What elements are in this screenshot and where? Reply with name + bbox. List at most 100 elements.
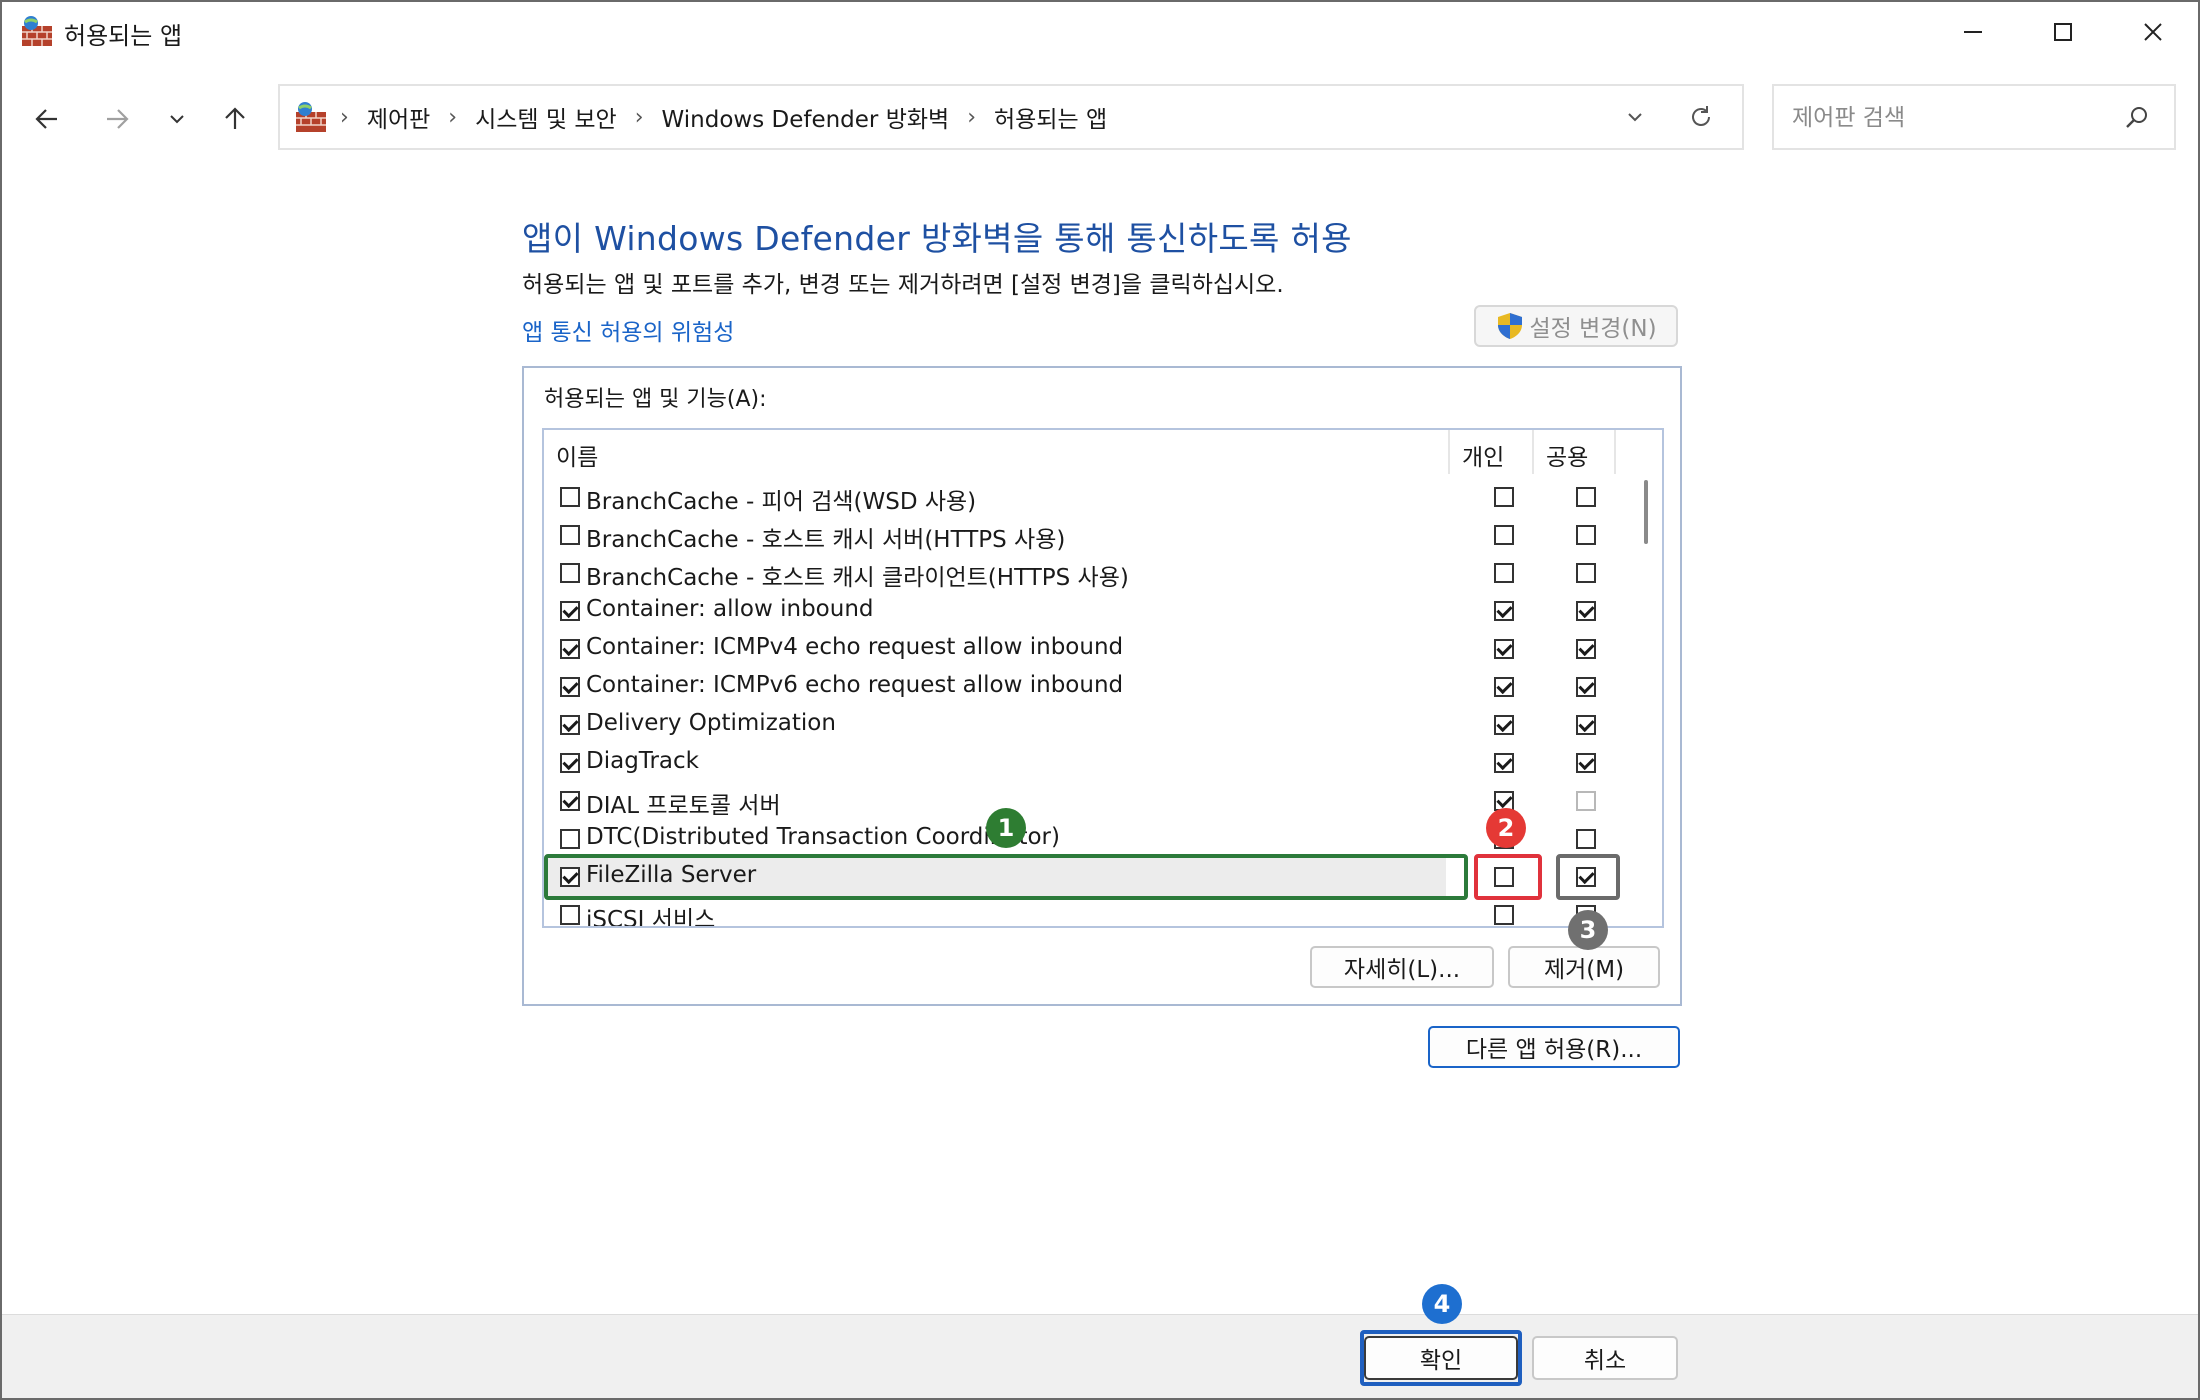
list-item[interactable]: Delivery Optimization — [544, 706, 1644, 744]
magnifier-icon — [2126, 107, 2147, 128]
breadcrumb-separator[interactable]: › — [967, 105, 976, 130]
search-box — [1772, 84, 2176, 150]
firewall-icon — [22, 16, 52, 46]
enable-rule-checkbox[interactable] — [560, 525, 580, 545]
list-item[interactable]: iSCSI 서비스 — [544, 896, 1644, 926]
minimize-icon — [1964, 31, 1982, 33]
enable-rule-checkbox[interactable] — [560, 753, 580, 773]
public-network-checkbox[interactable] — [1576, 677, 1596, 697]
breadcrumb-separator[interactable]: › — [448, 105, 457, 130]
private-network-checkbox[interactable] — [1494, 905, 1514, 925]
breadcrumb-separator[interactable]: › — [340, 105, 349, 130]
private-network-checkbox[interactable] — [1494, 677, 1514, 697]
remove-button[interactable]: 제거(M) — [1508, 946, 1660, 988]
address-history-button[interactable] — [1618, 100, 1652, 134]
allowed-apps-list[interactable]: 이름 개인 공용 BranchCache - 피어 검색(WSD 사용) Bran… — [542, 428, 1664, 928]
column-header-public[interactable]: 공용 — [1546, 438, 1588, 472]
public-network-checkbox[interactable] — [1576, 753, 1596, 773]
minimize-button[interactable] — [1928, 2, 2018, 62]
close-icon — [2144, 23, 2162, 41]
cancel-button[interactable]: 취소 — [1532, 1336, 1678, 1380]
enable-rule-checkbox[interactable] — [560, 905, 580, 925]
up-button[interactable] — [210, 94, 260, 144]
private-network-checkbox[interactable] — [1494, 639, 1514, 659]
scrollbar-thumb[interactable] — [1644, 480, 1648, 544]
enable-rule-checkbox[interactable] — [560, 829, 580, 849]
column-divider[interactable] — [1532, 430, 1534, 474]
forward-button[interactable] — [92, 94, 142, 144]
breadcrumb-separator[interactable]: › — [635, 105, 644, 130]
annotation-highlight-filezilla-name — [544, 854, 1468, 900]
column-divider[interactable] — [1448, 430, 1450, 474]
app-name: Container: ICMPv4 echo request allow inb… — [586, 634, 1124, 660]
search-icon[interactable] — [2120, 100, 2154, 134]
list-item[interactable]: BranchCache - 호스트 캐시 클라이언트(HTTPS 사용) — [544, 554, 1644, 592]
annotation-badge-4: 4 — [1422, 1284, 1462, 1324]
enable-rule-checkbox[interactable] — [560, 487, 580, 507]
annotation-highlight-private-checkbox — [1474, 854, 1542, 900]
list-item[interactable]: DiagTrack — [544, 744, 1644, 782]
breadcrumb-system-security[interactable]: 시스템 및 보안 — [475, 100, 617, 134]
public-network-checkbox[interactable] — [1576, 639, 1596, 659]
public-network-checkbox[interactable] — [1576, 791, 1596, 811]
breadcrumb-allowed-apps[interactable]: 허용되는 앱 — [994, 100, 1107, 134]
private-network-checkbox[interactable] — [1494, 525, 1514, 545]
enable-rule-checkbox[interactable] — [560, 563, 580, 583]
list-header: 이름 개인 공용 — [544, 430, 1662, 474]
list-item[interactable]: Container: ICMPv6 echo request allow inb… — [544, 668, 1644, 706]
list-item[interactable]: Container: ICMPv4 echo request allow inb… — [544, 630, 1644, 668]
private-network-checkbox[interactable] — [1494, 487, 1514, 507]
up-arrow-icon — [225, 107, 245, 129]
private-network-checkbox[interactable] — [1494, 753, 1514, 773]
allowed-apps-label: 허용되는 앱 및 기능(A): — [544, 387, 767, 412]
column-header-name[interactable]: 이름 — [556, 438, 598, 472]
public-network-checkbox[interactable] — [1576, 715, 1596, 735]
dialog-footer — [2, 1314, 2198, 1398]
public-network-checkbox[interactable] — [1576, 525, 1596, 545]
control-panel-icon — [296, 102, 326, 132]
allow-another-app-button[interactable]: 다른 앱 허용(R)... — [1428, 1026, 1680, 1068]
annotation-badge-2: 2 — [1486, 808, 1526, 848]
app-name: DIAL 프로토콜 서버 — [586, 793, 781, 819]
list-item[interactable]: DIAL 프로토콜 서버 — [544, 782, 1644, 820]
app-name: Container: allow inbound — [586, 596, 874, 622]
enable-rule-checkbox[interactable] — [560, 639, 580, 659]
chevron-down-icon — [1628, 113, 1642, 122]
public-network-checkbox[interactable] — [1576, 829, 1596, 849]
enable-rule-checkbox[interactable] — [560, 715, 580, 735]
enable-rule-checkbox[interactable] — [560, 791, 580, 811]
maximize-button[interactable] — [2018, 2, 2108, 62]
app-name: BranchCache - 피어 검색(WSD 사용) — [586, 489, 977, 515]
enable-rule-checkbox[interactable] — [560, 601, 580, 621]
details-button[interactable]: 자세히(L)... — [1310, 946, 1494, 988]
breadcrumb-defender-firewall[interactable]: Windows Defender 방화벽 — [662, 100, 950, 134]
address-bar[interactable]: › 제어판 › 시스템 및 보안 › Windows Defender 방화벽 … — [278, 84, 1744, 150]
column-header-private[interactable]: 개인 — [1462, 438, 1504, 472]
back-button[interactable] — [22, 94, 72, 144]
recent-locations-button[interactable] — [152, 94, 202, 144]
forward-arrow-icon — [107, 109, 129, 129]
public-network-checkbox[interactable] — [1576, 563, 1596, 583]
private-network-checkbox[interactable] — [1494, 715, 1514, 735]
breadcrumb: › 제어판 › 시스템 및 보안 › Windows Defender 방화벽 … — [340, 86, 1107, 148]
app-name: Delivery Optimization — [586, 710, 836, 736]
app-name: Container: ICMPv6 echo request allow inb… — [586, 672, 1124, 698]
list-item[interactable]: Container: allow inbound — [544, 592, 1644, 630]
public-network-checkbox[interactable] — [1576, 487, 1596, 507]
close-button[interactable] — [2108, 2, 2198, 62]
private-network-checkbox[interactable] — [1494, 563, 1514, 583]
refresh-button[interactable] — [1682, 98, 1720, 136]
list-item[interactable]: BranchCache - 피어 검색(WSD 사용) — [544, 478, 1644, 516]
search-input[interactable] — [1790, 98, 2094, 138]
refresh-icon — [1692, 106, 1710, 126]
private-network-checkbox[interactable] — [1494, 601, 1514, 621]
enable-rule-checkbox[interactable] — [560, 677, 580, 697]
column-divider[interactable] — [1614, 430, 1616, 474]
public-network-checkbox[interactable] — [1576, 601, 1596, 621]
list-item[interactable]: DTC(Distributed Transaction Coordinator) — [544, 820, 1644, 858]
change-settings-button[interactable]: 설정 변경(N) — [1474, 305, 1678, 347]
breadcrumb-control-panel[interactable]: 제어판 — [367, 100, 430, 134]
risk-info-link[interactable]: 앱 통신 허용의 위험성 — [522, 313, 734, 347]
list-item[interactable]: BranchCache - 호스트 캐시 서버(HTTPS 사용) — [544, 516, 1644, 554]
annotation-highlight-ok-button — [1360, 1330, 1522, 1386]
